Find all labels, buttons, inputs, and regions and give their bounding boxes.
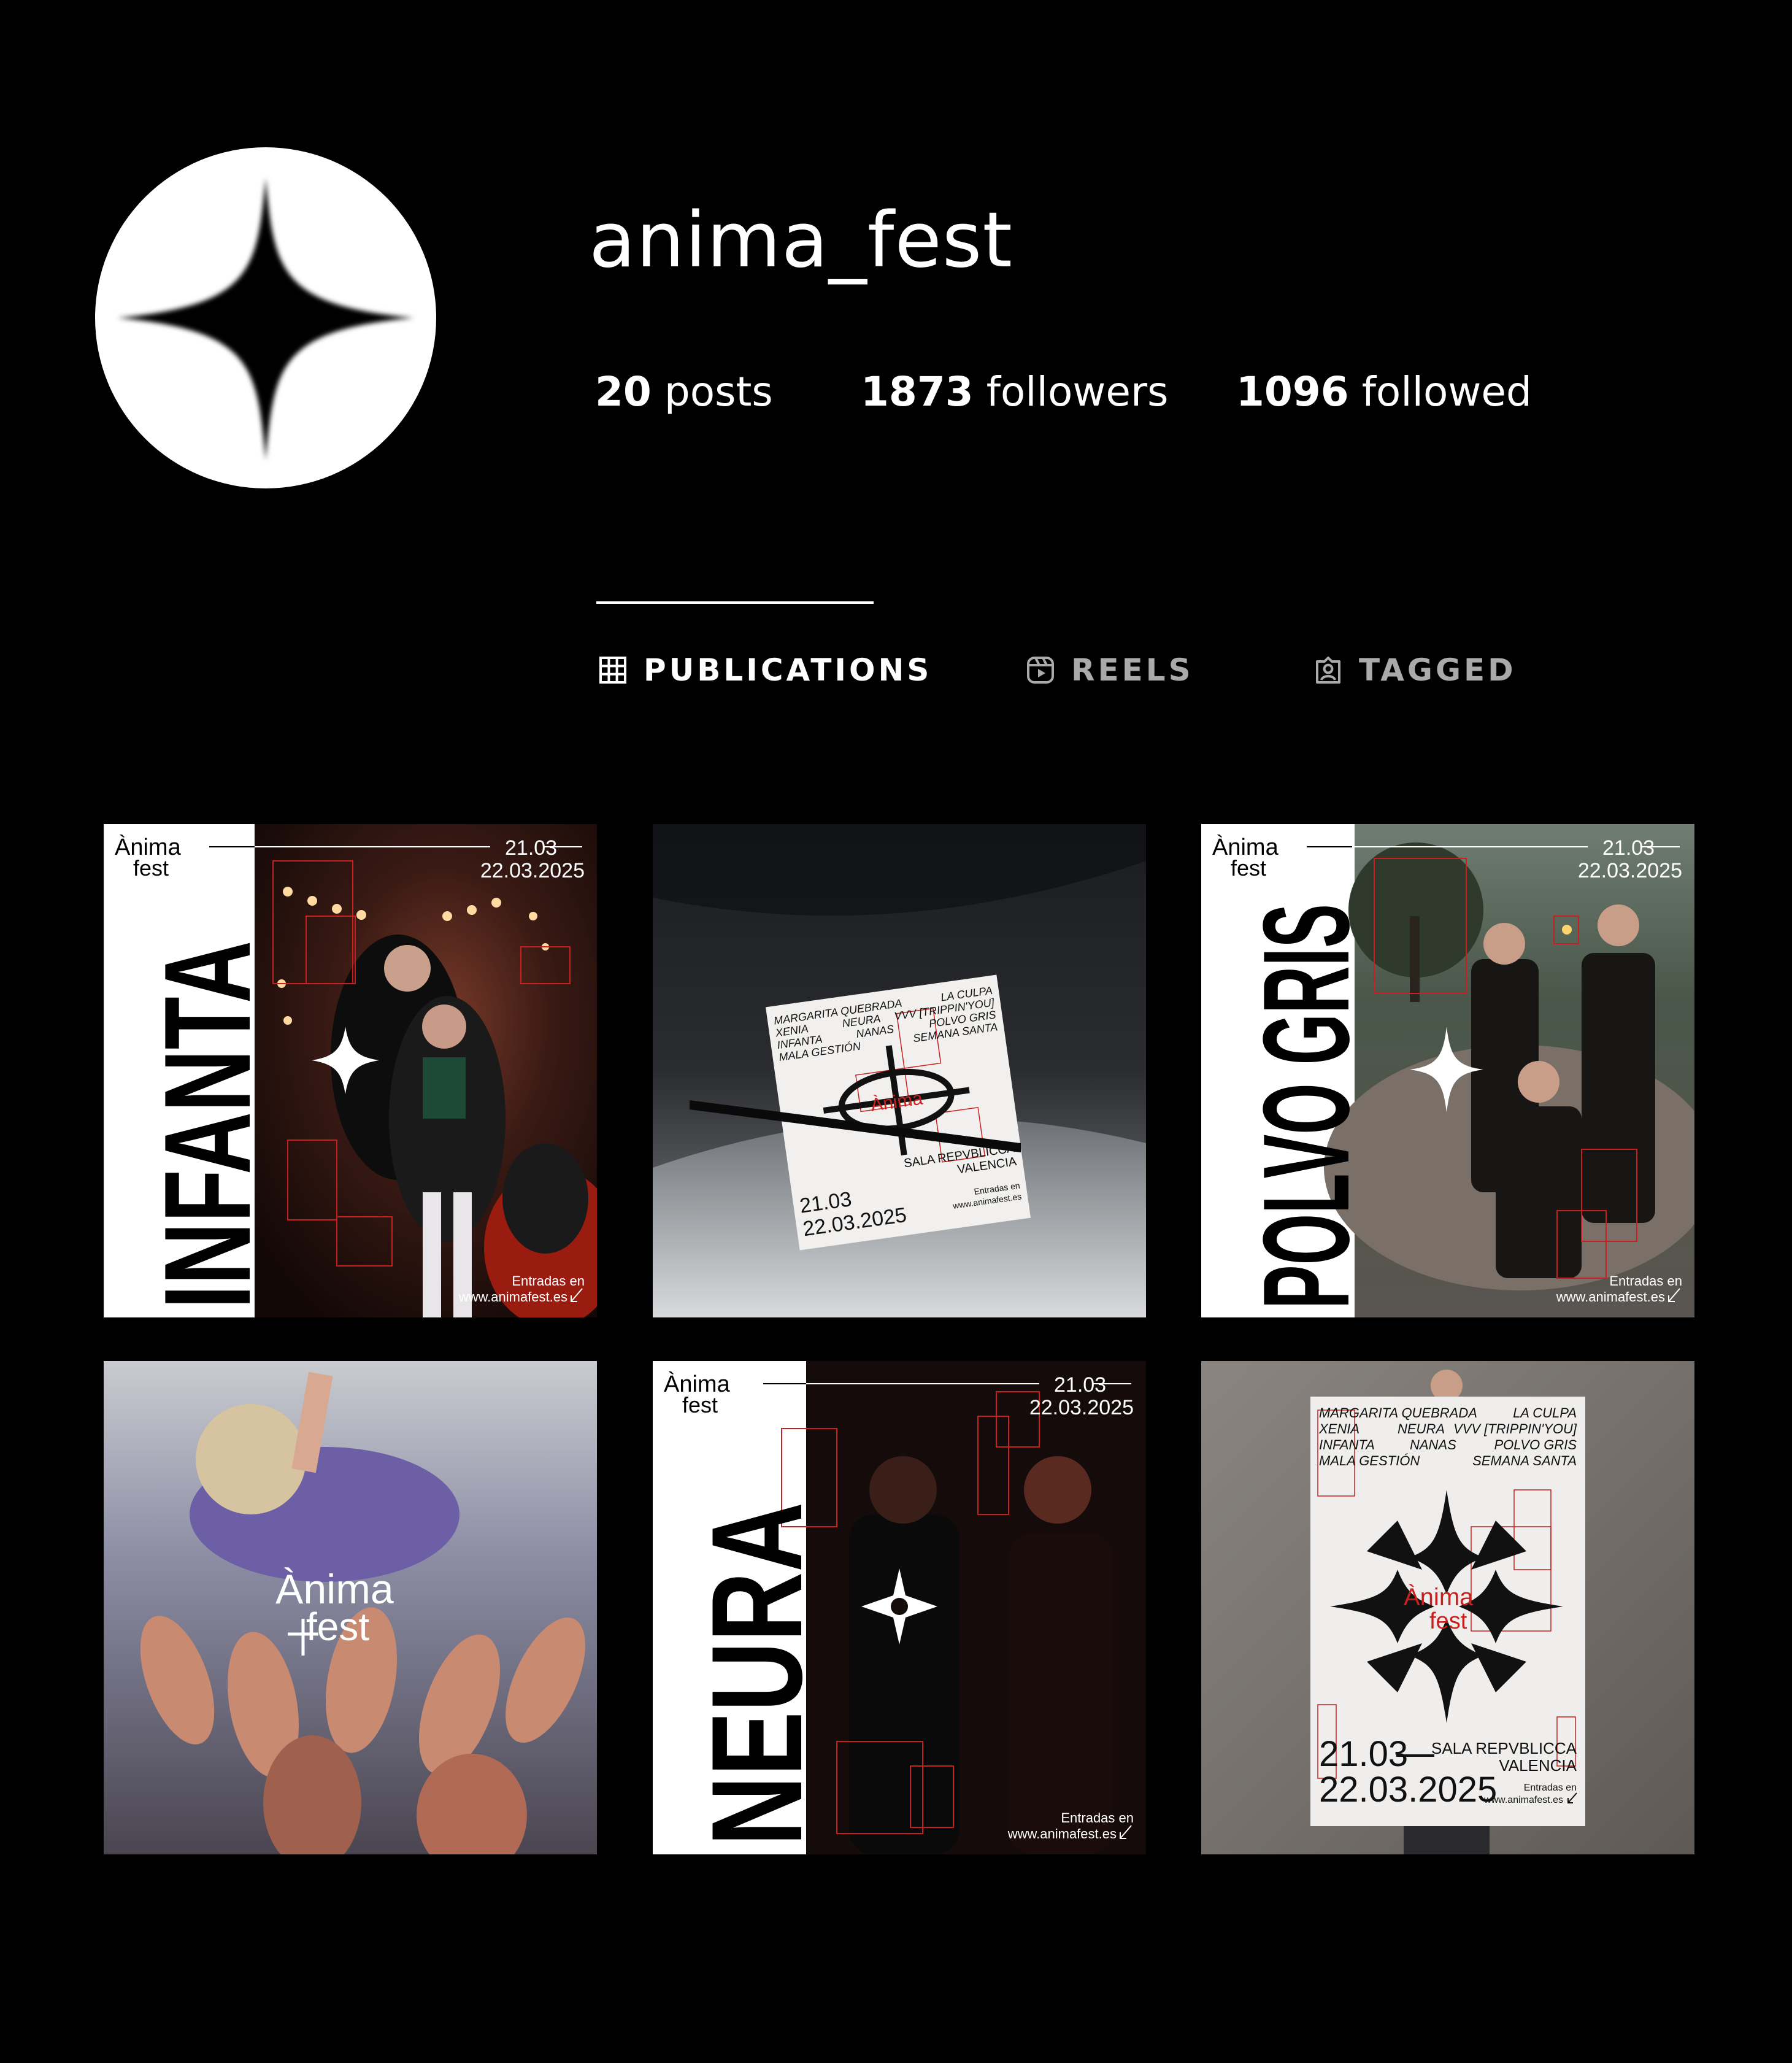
post-neura[interactable]: Ànima fest 21.03 22.03.2025 NEURA Entrad… xyxy=(653,1361,1146,1854)
cta-line1: Entradas en xyxy=(1609,1273,1682,1289)
cta-line2: www.animafest.es xyxy=(458,1289,567,1305)
stat-followed[interactable]: 1096 followed xyxy=(1236,368,1532,415)
date-end: 22.03.2025 xyxy=(1319,1770,1497,1810)
svg-text:INFANTA: INFANTA xyxy=(1319,1437,1375,1452)
cta-line2: www.animafest.es xyxy=(1007,1826,1117,1841)
date-start: 21.03 xyxy=(1319,1734,1408,1774)
stat-followers-count: 1873 xyxy=(861,368,974,415)
logo-line2: fest xyxy=(133,855,169,881)
sparkle-logo-icon xyxy=(117,178,414,460)
date-end: 22.03.2025 xyxy=(480,859,585,882)
band-name: POLVO GRIS xyxy=(1238,904,1375,1309)
tab-reels-label: REELS xyxy=(1071,652,1194,688)
stat-followers[interactable]: 1873 followers xyxy=(861,368,1168,415)
svg-text:MARGARITA QUEBRADA: MARGARITA QUEBRADA xyxy=(1319,1405,1477,1421)
stat-posts-count: 20 xyxy=(595,368,652,415)
date-end: 22.03.2025 xyxy=(1029,1396,1134,1419)
logo-line2: fest xyxy=(306,1605,369,1649)
tab-tagged[interactable]: TAGGED xyxy=(1313,650,1517,690)
svg-text:MALA GESTIÓN: MALA GESTIÓN xyxy=(1319,1453,1420,1468)
cta-line2: www.animafest.es xyxy=(1556,1289,1665,1305)
active-tab-indicator xyxy=(596,601,874,604)
tab-publications[interactable]: PUBLICATIONS xyxy=(598,650,932,690)
post-crowd[interactable]: Ànima fest xyxy=(104,1361,597,1854)
post-poster-wall[interactable]: MARGARITA QUEBRADA XENIA INFANTA MALA GE… xyxy=(1201,1361,1694,1854)
poster-logo-line2: fest xyxy=(1429,1608,1467,1634)
cta-line2: www.animafest.es xyxy=(1483,1795,1563,1805)
date-start: 21.03 xyxy=(505,836,557,860)
profile-username: anima_fest xyxy=(589,196,1013,285)
tagged-icon xyxy=(1316,657,1340,684)
svg-text:POLVO GRIS: POLVO GRIS xyxy=(1494,1437,1577,1452)
stat-posts-label: posts xyxy=(664,368,773,415)
svg-text:VVV [TRIPPIN'YOU]: VVV [TRIPPIN'YOU] xyxy=(1453,1421,1577,1436)
logo-line2: fest xyxy=(1231,855,1266,881)
tab-reels[interactable]: REELS xyxy=(1026,650,1194,690)
date-end: 22.03.2025 xyxy=(1578,859,1682,882)
svg-text:NANAS: NANAS xyxy=(1410,1437,1456,1452)
tab-tagged-label: TAGGED xyxy=(1359,652,1517,688)
cta-line1: Entradas en xyxy=(1524,1783,1577,1793)
profile-stats: 20 posts 1873 followers 1096 followed xyxy=(0,368,1792,417)
band-name: INFANTA xyxy=(139,941,276,1309)
post-flyer-car[interactable]: MARGARITA QUEBRADA XENIA INFANTA MALA GE… xyxy=(653,824,1146,1317)
logo-line2: fest xyxy=(682,1392,718,1417)
svg-text:XENIA: XENIA xyxy=(1318,1421,1359,1436)
post-infanta[interactable]: Ànima fest 21.03 22.03.2025 INFANTA Entr… xyxy=(104,824,597,1317)
stat-followed-count: 1096 xyxy=(1236,368,1349,415)
date-start: 21.03 xyxy=(1602,836,1655,860)
tab-publications-label: PUBLICATIONS xyxy=(644,652,933,688)
svg-text:LA CULPA: LA CULPA xyxy=(1513,1405,1577,1421)
surfer-hair xyxy=(196,1404,306,1514)
cta-line1: Entradas en xyxy=(1061,1810,1134,1826)
grid-icon xyxy=(599,657,626,684)
date-start: 21.03 xyxy=(1054,1373,1106,1397)
cta-line1: Entradas en xyxy=(512,1273,585,1289)
profile-avatar[interactable] xyxy=(95,147,436,488)
post-polvo-gris[interactable]: Ànima fest 21.03 22.03.2025 POLVO GRIS E… xyxy=(1201,824,1694,1317)
band-name: NEURA xyxy=(685,1502,829,1846)
poster-logo-line1: Ànima xyxy=(1404,1583,1474,1611)
person-legs xyxy=(1404,1826,1490,1854)
reels-icon xyxy=(1027,657,1054,684)
venue-line2: VALENCIA xyxy=(1499,1756,1577,1775)
venue-line1: SALA REPVBLICCA xyxy=(1431,1739,1577,1757)
stat-followers-label: followers xyxy=(986,368,1169,415)
svg-text:SEMANA SANTA: SEMANA SANTA xyxy=(1472,1453,1577,1468)
svg-text:NEURA: NEURA xyxy=(1398,1421,1445,1436)
stat-followed-label: followed xyxy=(1361,368,1532,415)
stat-posts[interactable]: 20 posts xyxy=(595,368,773,415)
